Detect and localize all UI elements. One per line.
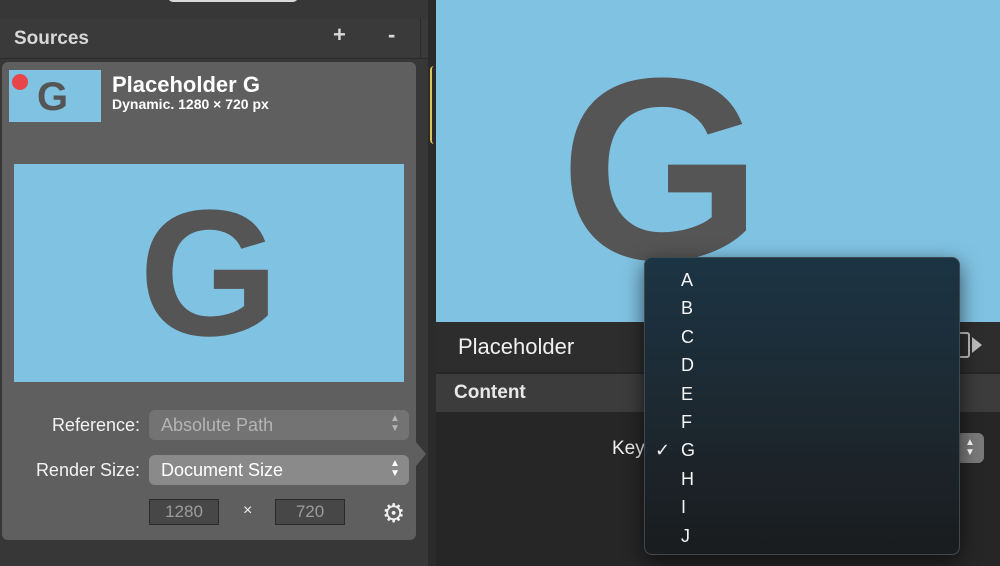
- record-indicator-icon: [12, 74, 28, 90]
- menu-item-label: C: [681, 326, 694, 347]
- source-card[interactable]: G Placeholder G Dynamic. 1280 × 720 px G…: [2, 62, 416, 540]
- width-field[interactable]: 1280: [149, 499, 219, 525]
- menu-item-label: G: [681, 440, 696, 461]
- render-size-select[interactable]: Document Size ▲ ▼: [149, 455, 409, 485]
- menu-item-label: H: [681, 468, 694, 489]
- preview-letter: G: [138, 173, 279, 374]
- menu-item-b[interactable]: B: [645, 294, 959, 322]
- top-tab-handle[interactable]: [168, 0, 298, 2]
- menu-item-label: F: [681, 412, 692, 432]
- menu-item-j[interactable]: J: [645, 522, 959, 550]
- menu-item-d[interactable]: D: [645, 351, 959, 379]
- reference-select-value: Absolute Path: [161, 415, 274, 435]
- key-select[interactable]: ▲ ▼: [956, 433, 984, 463]
- gear-icon[interactable]: ⚙: [382, 500, 405, 526]
- menu-item-label: A: [681, 270, 694, 290]
- key-dropdown-menu[interactable]: A B C D E F ✓ G H I J: [644, 257, 960, 555]
- content-title: Content: [454, 382, 526, 403]
- height-field[interactable]: 720: [275, 499, 345, 525]
- menu-item-h[interactable]: H: [645, 465, 959, 493]
- reference-select: Absolute Path ▲ ▼: [149, 410, 409, 440]
- play-arrow-icon[interactable]: [972, 337, 982, 353]
- select-arrows-icon: ▲ ▼: [390, 458, 400, 479]
- menu-item-i[interactable]: I: [645, 493, 959, 521]
- remove-source-button[interactable]: -: [388, 22, 395, 48]
- menu-item-label: B: [681, 298, 694, 319]
- inspector-title: Placeholder: [458, 334, 575, 359]
- menu-item-c[interactable]: C: [645, 323, 959, 351]
- sources-panel: Sources + - G Placeholder G Dynamic. 128…: [0, 0, 432, 566]
- menu-item-label: J: [681, 525, 690, 546]
- render-size-select-value: Document Size: [161, 460, 284, 480]
- thumbnail-letter: G: [37, 75, 69, 119]
- menu-item-g[interactable]: ✓ G: [645, 436, 959, 464]
- source-preview: G: [14, 164, 404, 382]
- menu-item-e[interactable]: E: [645, 380, 959, 408]
- menu-item-label: D: [681, 355, 694, 376]
- menu-item-label: I: [681, 497, 687, 518]
- sources-title: Sources: [14, 28, 89, 49]
- menu-item-f[interactable]: F: [645, 408, 959, 436]
- menu-item-a[interactable]: A: [645, 266, 959, 294]
- source-title: Placeholder G: [112, 72, 260, 97]
- source-subtitle: Dynamic. 1280 × 720 px: [112, 96, 269, 112]
- sources-header: Sources + -: [0, 18, 428, 59]
- render-size-label: Render Size:: [35, 460, 140, 480]
- popover-notch: [416, 442, 426, 466]
- header-divider: [420, 18, 421, 58]
- checkmark-icon: ✓: [655, 440, 671, 461]
- source-thumbnail[interactable]: G: [9, 70, 101, 122]
- select-arrows-icon: ▲ ▼: [390, 413, 400, 434]
- reference-label: Reference:: [51, 415, 140, 435]
- add-source-button[interactable]: +: [333, 22, 346, 48]
- times-symbol: ×: [243, 502, 253, 519]
- key-label: Key: [612, 438, 645, 459]
- menu-item-label: E: [681, 383, 694, 404]
